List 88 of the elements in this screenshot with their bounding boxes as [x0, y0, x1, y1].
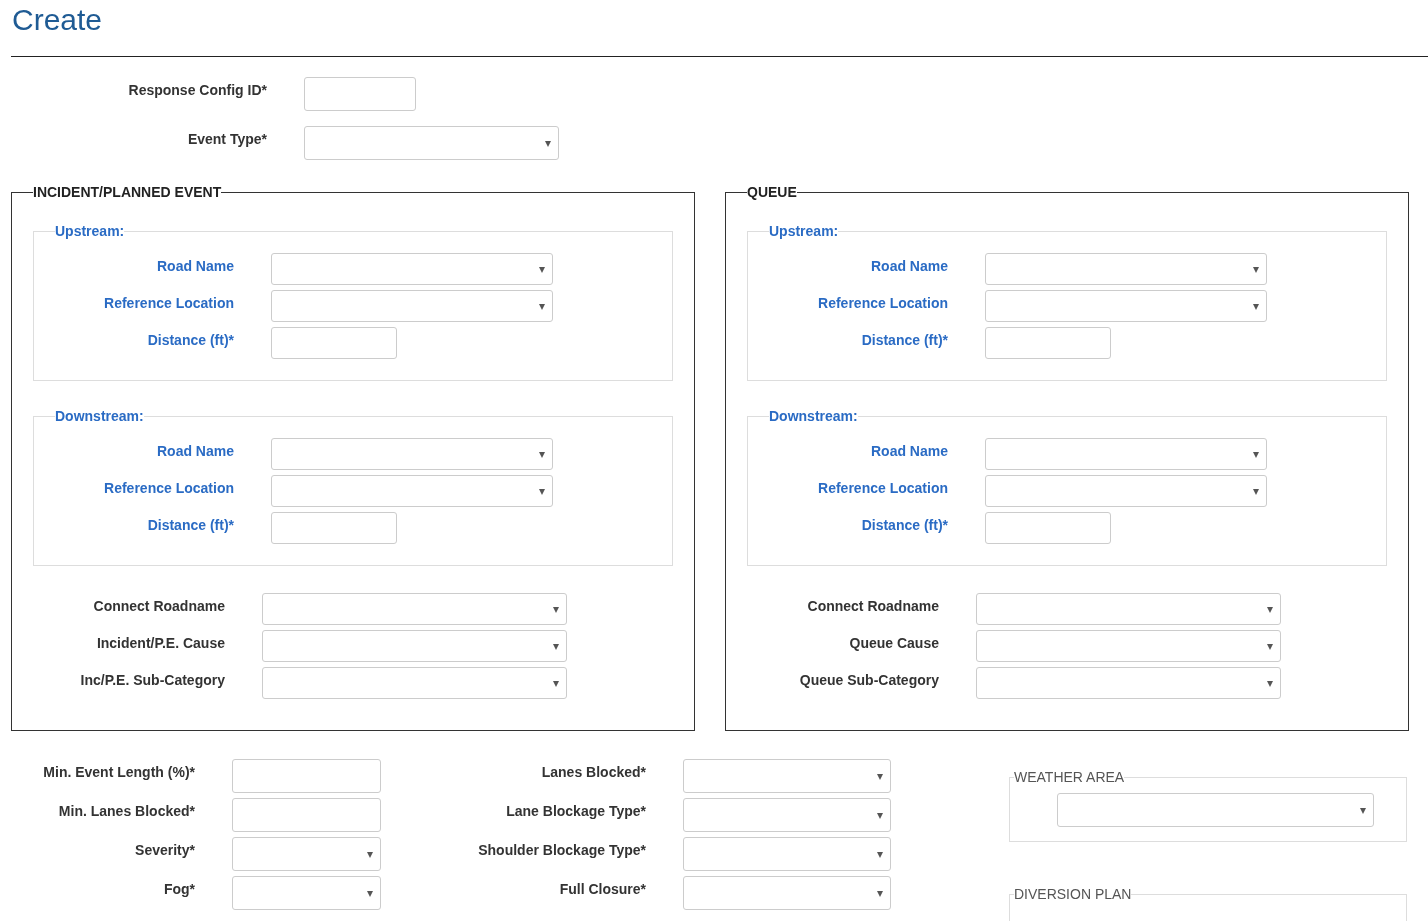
caret-icon [367, 852, 373, 858]
dropdown[interactable] [1057, 793, 1374, 827]
field-label: Min. Lanes Blocked* [57, 802, 196, 819]
field-label: Incident/P.E. Cause [95, 634, 226, 651]
dropdown[interactable] [976, 593, 1281, 625]
group-title: Downstream: [55, 408, 144, 424]
section-title: WEATHER AREA [1014, 769, 1125, 785]
section-title: INCIDENT/PLANNED EVENT [33, 184, 222, 200]
caret-icon [877, 852, 883, 858]
text-input[interactable] [232, 798, 381, 832]
dropdown[interactable] [232, 876, 381, 910]
dropdown[interactable] [976, 630, 1281, 662]
dropdown[interactable] [985, 253, 1267, 285]
caret-icon [367, 891, 373, 897]
field-label: Lane Blockage Type* [505, 802, 647, 819]
field-label: Min. Event Length (%)* [42, 763, 196, 780]
caret-icon [539, 267, 545, 273]
field-label: Connect Roadname [92, 597, 226, 614]
dropdown[interactable] [271, 290, 553, 322]
caret-icon [553, 681, 559, 687]
text-input[interactable] [271, 327, 397, 359]
caret-icon [1267, 681, 1273, 687]
field-label: Reference Location [817, 479, 949, 496]
caret-icon [877, 774, 883, 780]
dropdown[interactable] [262, 630, 567, 662]
field-label: Inc/P.E. Sub-Category [79, 671, 226, 688]
field-label: Distance (ft)* [860, 331, 949, 348]
field-label: Shoulder Blockage Type* [477, 841, 647, 858]
field-label: Reference Location [103, 294, 235, 311]
caret-icon [545, 141, 551, 147]
group-title: Downstream: [769, 408, 858, 424]
dropdown[interactable] [683, 876, 891, 910]
field-label: Road Name [869, 257, 949, 274]
group-title: Upstream: [769, 223, 839, 239]
dropdown[interactable] [683, 837, 891, 871]
group-title: Upstream: [55, 223, 125, 239]
field-label: Reference Location [817, 294, 949, 311]
caret-icon [539, 304, 545, 310]
field-label: Response Config ID* [127, 81, 268, 98]
field-label: Road Name [869, 442, 949, 459]
caret-icon [1267, 607, 1273, 613]
dropdown[interactable] [683, 798, 891, 832]
caret-icon [1267, 644, 1273, 650]
dropdown[interactable] [985, 438, 1267, 470]
text-input[interactable] [985, 512, 1111, 544]
caret-icon [539, 452, 545, 458]
dropdown[interactable] [262, 667, 567, 699]
section-title: DIVERSION PLAN [1014, 886, 1132, 902]
dropdown[interactable] [985, 475, 1267, 507]
text-input[interactable] [232, 759, 381, 793]
caret-icon [553, 607, 559, 613]
dropdown[interactable] [232, 837, 381, 871]
dropdown[interactable] [262, 593, 567, 625]
section-title: QUEUE [747, 184, 797, 200]
caret-icon [553, 644, 559, 650]
field-label: Distance (ft)* [146, 516, 235, 533]
caret-icon [877, 813, 883, 819]
field-label: Road Name [155, 442, 235, 459]
field-label: Full Closure* [558, 880, 647, 897]
caret-icon [1253, 267, 1259, 273]
field-label: Road Name [155, 257, 235, 274]
caret-icon [539, 489, 545, 495]
field-label: Fog* [162, 880, 196, 897]
dropdown[interactable] [985, 290, 1267, 322]
caret-icon [1253, 489, 1259, 495]
dropdown[interactable] [271, 438, 553, 470]
field-label: Queue Cause [848, 634, 940, 651]
field-label: Distance (ft)* [860, 516, 949, 533]
field-label: Distance (ft)* [146, 331, 235, 348]
text-input[interactable] [985, 327, 1111, 359]
page-title: Create [11, 2, 104, 38]
field-label: Queue Sub-Category [798, 671, 940, 688]
field-label: Event Type* [186, 130, 268, 147]
dropdown[interactable] [271, 475, 553, 507]
caret-icon [877, 891, 883, 897]
caret-icon [1253, 452, 1259, 458]
caret-icon [1253, 304, 1259, 310]
dropdown[interactable] [304, 126, 559, 160]
caret-icon [1360, 808, 1366, 814]
dropdown[interactable] [976, 667, 1281, 699]
text-input[interactable] [271, 512, 397, 544]
field-label: Connect Roadname [806, 597, 940, 614]
field-label: Lanes Blocked* [540, 763, 647, 780]
dropdown[interactable] [271, 253, 553, 285]
text-input[interactable] [304, 77, 416, 111]
field-label: Reference Location [103, 479, 235, 496]
dropdown[interactable] [683, 759, 891, 793]
field-label: Severity* [134, 841, 196, 858]
